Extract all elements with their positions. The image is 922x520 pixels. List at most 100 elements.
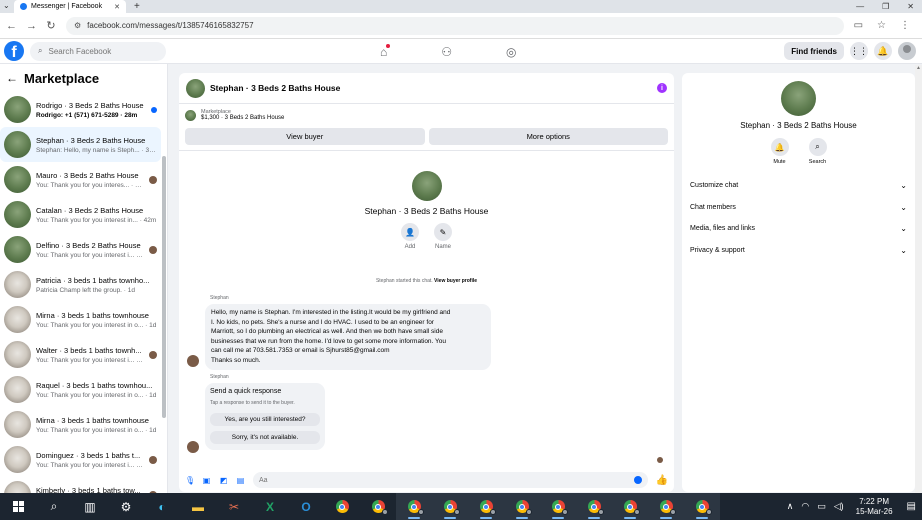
- info-icon[interactable]: i: [657, 83, 667, 93]
- home-icon[interactable]: ⌂: [380, 43, 391, 59]
- thumbs-up-icon[interactable]: 👍: [656, 475, 668, 486]
- sender-avatar[interactable]: [187, 355, 199, 367]
- taskbar-search-icon[interactable]: ⌕: [36, 493, 72, 520]
- conversation-item[interactable]: Walter · 3 beds 1 baths townh... You: Tha…: [0, 337, 161, 372]
- microphone-icon[interactable]: 🎙: [185, 476, 195, 485]
- start-button[interactable]: [0, 493, 36, 520]
- site-info-icon[interactable]: ⚙: [74, 21, 81, 30]
- volume-icon[interactable]: ◁): [834, 501, 844, 512]
- message-input-box[interactable]: [253, 472, 648, 488]
- menu-chat-members[interactable]: Chat members ⌄: [682, 197, 915, 219]
- quick-reply-sorry-button[interactable]: Sorry, it's not available.: [210, 431, 320, 445]
- battery-icon[interactable]: ▭: [817, 501, 826, 512]
- url-field[interactable]: ⚙ facebook.com/messages/t/13857461658327…: [66, 16, 844, 35]
- task-view-icon[interactable]: ▥: [72, 493, 108, 520]
- emoji-icon[interactable]: [633, 476, 642, 484]
- search-action[interactable]: ⌕ Search: [808, 138, 827, 165]
- conversation-item[interactable]: Catalan · 3 Beds 2 Baths House You: Thank…: [0, 197, 161, 232]
- reload-icon[interactable]: ↻: [46, 19, 56, 32]
- sidebar-scrollbar[interactable]: [162, 156, 166, 418]
- cast-icon[interactable]: ▭: [854, 20, 863, 31]
- browser-menu-icon[interactable]: ⋮: [900, 20, 910, 31]
- groups-icon[interactable]: ◎: [506, 45, 516, 59]
- name-action[interactable]: ✎ Name: [434, 223, 452, 250]
- sender-avatar-2[interactable]: [187, 441, 199, 453]
- forward-icon[interactable]: →: [26, 20, 37, 32]
- back-arrow-icon[interactable]: ←: [6, 71, 18, 85]
- menu-media-files-links[interactable]: Media, files and links ⌄: [682, 218, 915, 240]
- message-bubble[interactable]: Hello, my name is Stephan. I'm intereste…: [205, 304, 491, 370]
- conversation-item[interactable]: Kimberly · 3 beds 1 baths tow...You: Tha…: [0, 477, 161, 493]
- menu-customize-chat[interactable]: Customize chat ⌄: [682, 175, 915, 197]
- new-tab-icon[interactable]: +: [134, 1, 140, 12]
- conversation-item[interactable]: Mauro · 3 Beds 2 Baths House You: Thank y…: [0, 162, 161, 197]
- conversation-preview: You: Thank you for you interest i... · 3…: [36, 251, 144, 259]
- conversation-name: Kimberly · 3 beds 1 baths tow...: [36, 485, 141, 494]
- excel-icon[interactable]: X: [252, 493, 288, 520]
- conversation-item[interactable]: Delfino · 3 Beds 2 Baths House You: Thank…: [0, 232, 161, 267]
- minimize-icon[interactable]: —: [856, 2, 864, 11]
- pencil-icon: ✎: [434, 223, 452, 241]
- mute-action[interactable]: 🔔 Mute: [770, 138, 789, 165]
- menu-privacy-support[interactable]: Privacy & support ⌄: [682, 240, 915, 262]
- search-input[interactable]: [48, 46, 149, 56]
- tab-search-icon[interactable]: ⌄: [3, 1, 10, 10]
- window-close-icon[interactable]: ✕: [907, 2, 914, 11]
- view-buyer-profile-link[interactable]: View buyer profile: [434, 278, 477, 284]
- chrome-profile-icon[interactable]: [684, 493, 720, 520]
- chrome-profile-icon[interactable]: [612, 493, 648, 520]
- close-tab-icon[interactable]: ✕: [114, 3, 120, 11]
- clock[interactable]: 7:22 PM 15-Mar-26: [856, 497, 893, 517]
- file-explorer-icon[interactable]: ▬: [180, 493, 216, 520]
- chrome-profile-icon[interactable]: [648, 493, 684, 520]
- sticker-icon[interactable]: ◩: [219, 476, 228, 485]
- chrome-profile-icon[interactable]: [576, 493, 612, 520]
- settings-gear-icon[interactable]: ⚙: [108, 493, 144, 520]
- facebook-logo-icon[interactable]: f: [4, 41, 24, 61]
- chrome-profile-icon[interactable]: [432, 493, 468, 520]
- chrome-icon[interactable]: [324, 493, 360, 520]
- conversation-item[interactable]: Mirna · 3 beds 1 baths townhouse You: Tha…: [0, 407, 161, 442]
- restore-icon[interactable]: ❐: [882, 2, 889, 11]
- chat-avatar[interactable]: [186, 78, 205, 98]
- chrome-profile-icon[interactable]: [540, 493, 576, 520]
- quick-reply-yes-button[interactable]: Yes, are you still interested?: [210, 413, 320, 427]
- conversation-item[interactable]: Rodrigo · 3 Beds 2 Baths House Rodrigo: +…: [0, 92, 161, 127]
- chat-title[interactable]: Stephan · 3 Beds 2 Baths House: [210, 83, 340, 93]
- add-action[interactable]: 👤 Add: [401, 223, 419, 250]
- snipping-tool-icon[interactable]: ✂: [216, 493, 252, 520]
- conversation-item[interactable]: Raquel · 3 beds 1 baths townhou... You: T…: [0, 372, 161, 407]
- conversation-item[interactable]: Patricia · 3 beds 1 baths townho... Patri…: [0, 267, 161, 302]
- outlook-icon[interactable]: O: [288, 493, 324, 520]
- edge-icon[interactable]: ◐: [144, 493, 180, 520]
- more-options-button[interactable]: More options: [428, 128, 668, 145]
- chrome-profile-icon[interactable]: [360, 493, 396, 520]
- browser-tab[interactable]: Messenger | Facebook ✕: [14, 0, 126, 13]
- photo-icon[interactable]: ▣: [202, 476, 211, 485]
- conversation-item[interactable]: Dominguez · 3 beds 1 baths t... You: Than…: [0, 442, 161, 477]
- bookmark-star-icon[interactable]: ☆: [877, 20, 886, 31]
- details-avatar[interactable]: [781, 81, 816, 116]
- gif-icon[interactable]: ▤: [236, 476, 245, 485]
- page-scrollbar[interactable]: ▲: [915, 65, 922, 493]
- search-icon: ⌕: [38, 46, 43, 55]
- conversation-item[interactable]: Stephan · 3 Beds 2 Baths House Stephan: H…: [0, 127, 161, 162]
- menu-grid-icon[interactable]: ⋮⋮: [850, 42, 868, 60]
- notifications-bell-icon[interactable]: 🔔: [874, 42, 892, 60]
- message-input[interactable]: [259, 476, 634, 484]
- notifications-icon[interactable]: ▤: [907, 501, 916, 512]
- chrome-profile-icon[interactable]: [504, 493, 540, 520]
- account-avatar[interactable]: [898, 42, 916, 60]
- wifi-icon[interactable]: ◠: [801, 501, 809, 512]
- chevron-up-icon[interactable]: ∧: [787, 501, 794, 512]
- scroll-up-icon[interactable]: ▲: [915, 65, 922, 71]
- chrome-profile-icon[interactable]: [468, 493, 504, 520]
- chrome-profile-icon[interactable]: [396, 493, 432, 520]
- search-box[interactable]: ⌕: [30, 41, 166, 61]
- listing-info[interactable]: Marketplace $1,300 · 3 Beds 2 Baths Hous…: [179, 104, 674, 126]
- back-icon[interactable]: ←: [6, 20, 17, 32]
- conversation-item[interactable]: Mirna · 3 beds 1 baths townhouse You: Tha…: [0, 302, 161, 337]
- find-friends-button[interactable]: Find friends: [784, 42, 844, 60]
- view-buyer-button[interactable]: View buyer: [185, 128, 425, 145]
- friends-icon[interactable]: ⚇: [441, 45, 452, 59]
